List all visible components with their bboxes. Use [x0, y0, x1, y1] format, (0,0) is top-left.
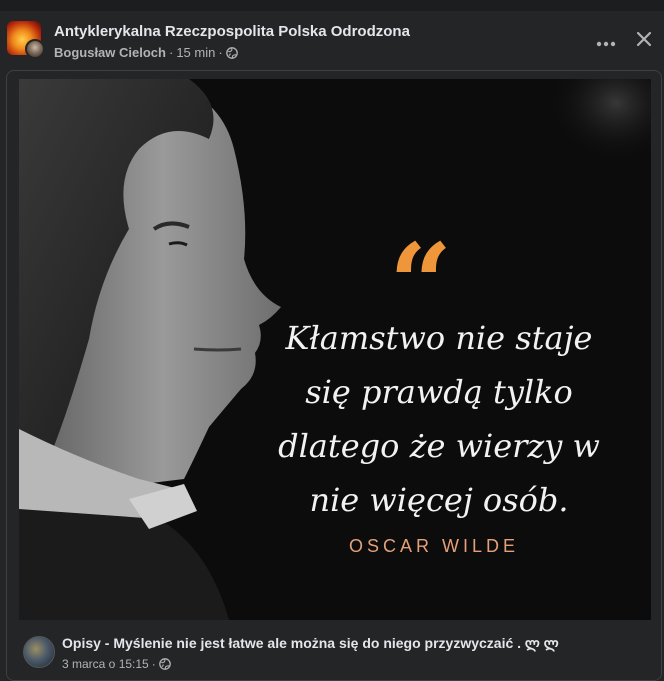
globe-icon[interactable] [158, 658, 171, 670]
close-icon [636, 31, 652, 52]
quote-line: się prawdą tylko [305, 373, 573, 411]
quote-author: OSCAR WILDE [348, 536, 520, 556]
quote-line: dlatego że wierzy w [278, 427, 600, 465]
post-image[interactable]: “ Kłamstwo nie staje się prawdą tylko dl… [19, 79, 651, 620]
shared-post-text[interactable]: Opisy - Myślenie nie jest łatwe ale możn… [62, 635, 559, 652]
author-avatar[interactable] [25, 39, 45, 59]
close-button[interactable] [628, 27, 660, 55]
post-meta: Bogusław Cieloch · 15 min · [54, 45, 238, 60]
shared-post-date[interactable]: 3 marca o 15:15 [62, 657, 149, 671]
quote-text: Kłamstwo nie staje się prawdą tylko dlat… [249, 311, 629, 527]
more-options-button[interactable] [590, 27, 622, 59]
group-name-link[interactable]: Antyklerykalna Rzeczpospolita Polska Odr… [54, 23, 410, 40]
group-avatar[interactable] [7, 21, 45, 59]
meta-separator: · [151, 657, 156, 671]
post-card: Antyklerykalna Rzeczpospolita Polska Odr… [0, 11, 664, 681]
source-avatar[interactable] [23, 636, 55, 668]
author-name-link[interactable]: Bogusław Cieloch [54, 45, 166, 60]
meta-separator: · [168, 45, 174, 60]
quote-line: Kłamstwo nie staje [285, 319, 593, 357]
post-header: Antyklerykalna Rzeczpospolita Polska Odr… [0, 11, 664, 69]
shared-post-meta: 3 marca o 15:15 · [62, 657, 171, 671]
globe-icon[interactable] [225, 46, 238, 59]
post-timestamp[interactable]: 15 min [176, 45, 215, 60]
meta-separator: · [218, 45, 223, 60]
shared-post[interactable]: “ Kłamstwo nie staje się prawdą tylko dl… [6, 70, 662, 681]
quote-line: nie więcej osób. [309, 481, 569, 519]
more-horizontal-icon [596, 34, 616, 52]
shared-post-footer: Opisy - Myślenie nie jest łatwe ale możn… [7, 624, 661, 680]
